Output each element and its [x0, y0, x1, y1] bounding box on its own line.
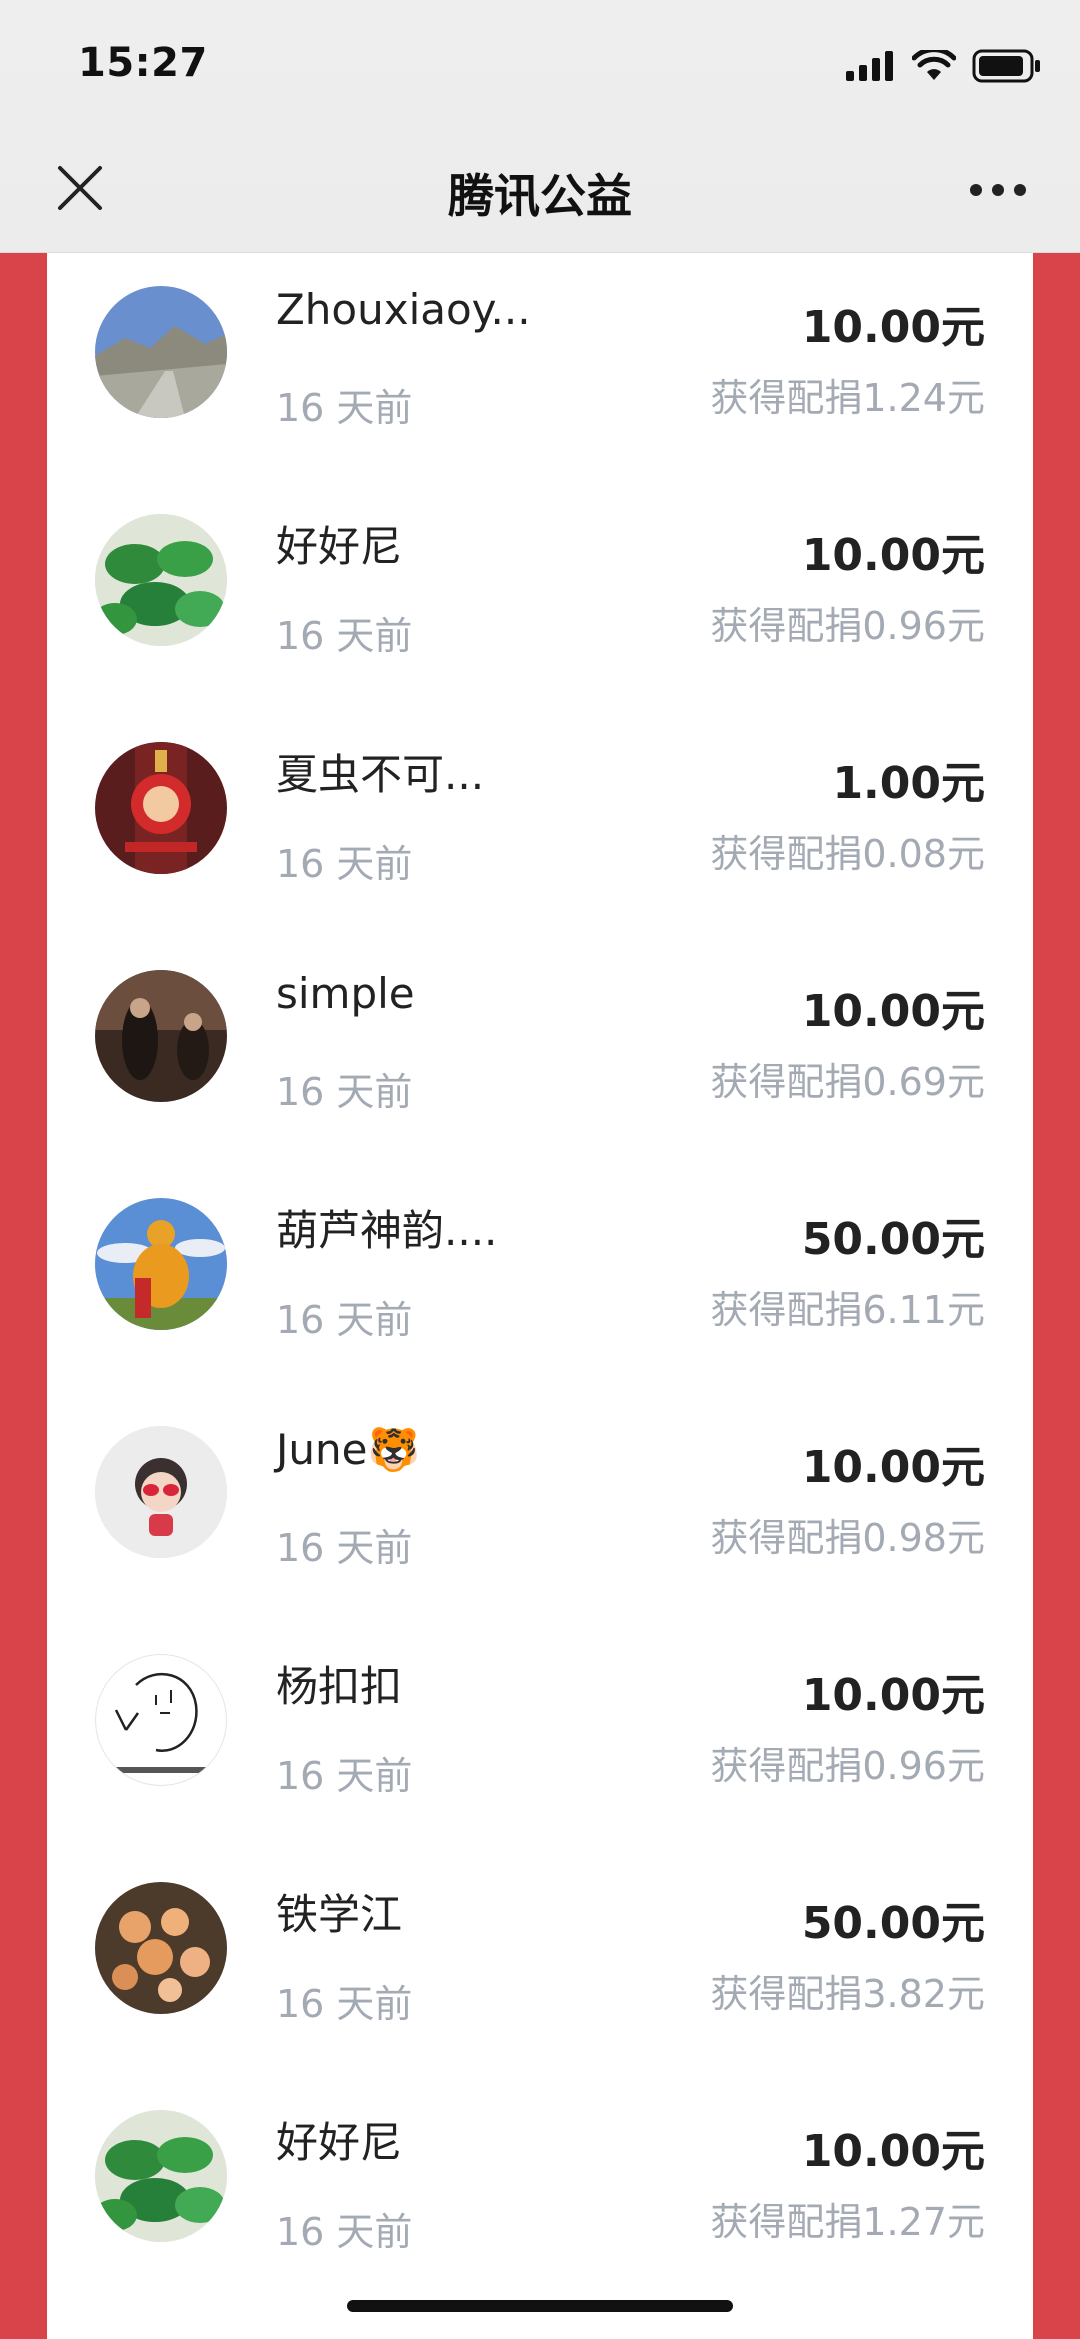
avatar [95, 286, 227, 418]
avatar-image [95, 970, 227, 1102]
match-amount: 获得配捐0.96元 [710, 604, 985, 648]
donor-name: 好好尼 [276, 2118, 403, 2167]
home-indicator[interactable] [347, 2300, 733, 2312]
avatar-image [95, 742, 227, 874]
donor-name: 葫芦神韵.... [276, 1206, 498, 1255]
donor-name: 铁学江 [276, 1890, 403, 1939]
avatar-image [95, 1198, 227, 1330]
more-icon[interactable] [968, 182, 1028, 198]
donation-time: 16 天前 [276, 1070, 413, 1114]
top-bar: 15:27 腾讯公益 [0, 0, 1080, 253]
donation-row[interactable]: 铁学江 16 天前 50.00元 获得配捐3.82元 [47, 1849, 1033, 2077]
match-amount: 获得配捐1.24元 [710, 376, 985, 420]
page-title: 腾讯公益 [448, 169, 632, 223]
donation-amount: 10.00元 [801, 302, 985, 353]
donation-time: 16 天前 [276, 1754, 413, 1798]
avatar [95, 1198, 227, 1330]
signal-icon [846, 51, 893, 81]
avatar [95, 1654, 227, 1786]
match-amount: 获得配捐3.82元 [710, 1972, 985, 2016]
donation-row[interactable]: 好好尼 16 天前 10.00元 获得配捐0.96元 [47, 481, 1033, 709]
match-amount: 获得配捐0.69元 [710, 1060, 985, 1104]
match-amount: 获得配捐0.98元 [710, 1516, 985, 1560]
match-amount: 获得配捐1.27元 [710, 2200, 985, 2244]
donation-row[interactable]: 葫芦神韵.... 16 天前 50.00元 获得配捐6.11元 [47, 1165, 1033, 1393]
avatar-image [95, 1426, 227, 1558]
match-amount: 获得配捐0.96元 [710, 1744, 985, 1788]
donation-time: 16 天前 [276, 386, 413, 430]
donation-time: 16 天前 [276, 614, 413, 658]
donation-amount: 50.00元 [801, 1898, 985, 1949]
avatar [95, 2110, 227, 2242]
avatar-image [95, 514, 227, 646]
donation-time: 16 天前 [276, 1298, 413, 1342]
donation-row[interactable]: 杨扣扣 16 天前 10.00元 获得配捐0.96元 [47, 1621, 1033, 1849]
donation-time: 16 天前 [276, 842, 413, 886]
donor-name: Zhouxiaoy... [276, 285, 531, 334]
match-amount: 获得配捐0.08元 [710, 832, 985, 876]
donation-row[interactable]: 好好尼 16 天前 10.00元 获得配捐1.27元 [47, 2077, 1033, 2305]
donor-name: 杨扣扣 [276, 1662, 403, 1711]
battery-icon [972, 49, 1040, 83]
avatar-image [95, 1882, 227, 2014]
avatar [95, 970, 227, 1102]
match-amount: 获得配捐6.11元 [710, 1288, 985, 1332]
avatar-image [95, 286, 227, 418]
donation-amount: 10.00元 [801, 1670, 985, 1721]
avatar-image [95, 2110, 227, 2242]
donation-row[interactable]: Zhouxiaoy... 16 天前 10.00元 获得配捐1.24元 [47, 253, 1033, 481]
donation-row[interactable]: simple 16 天前 10.00元 获得配捐0.69元 [47, 937, 1033, 1165]
donation-amount: 1.00元 [832, 758, 985, 809]
donation-card: Zhouxiaoy... 16 天前 10.00元 获得配捐1.24元 好好尼 … [47, 253, 1033, 2339]
avatar [95, 1882, 227, 2014]
donation-time: 16 天前 [276, 1982, 413, 2026]
avatar [95, 742, 227, 874]
donation-amount: 50.00元 [801, 1214, 985, 1265]
donation-amount: 10.00元 [801, 1442, 985, 1493]
donation-time: 16 天前 [276, 2210, 413, 2254]
donor-name: June🐯 [276, 1425, 420, 1474]
donation-amount: 10.00元 [801, 530, 985, 581]
donation-time: 16 天前 [276, 1526, 413, 1570]
avatar [95, 1426, 227, 1558]
avatar [95, 514, 227, 646]
donation-row[interactable]: 夏虫不可... 16 天前 1.00元 获得配捐0.08元 [47, 709, 1033, 937]
status-icons [846, 48, 1042, 84]
donation-row[interactable]: June🐯 16 天前 10.00元 获得配捐0.98元 [47, 1393, 1033, 1621]
donor-name: 好好尼 [276, 522, 403, 571]
donation-amount: 10.00元 [801, 986, 985, 1037]
wifi-icon [912, 50, 956, 80]
avatar-image [96, 1655, 226, 1785]
donation-amount: 10.00元 [801, 2126, 985, 2177]
donor-name: simple [276, 969, 415, 1018]
donor-name: 夏虫不可... [276, 750, 485, 799]
status-time: 15:27 [78, 40, 208, 86]
